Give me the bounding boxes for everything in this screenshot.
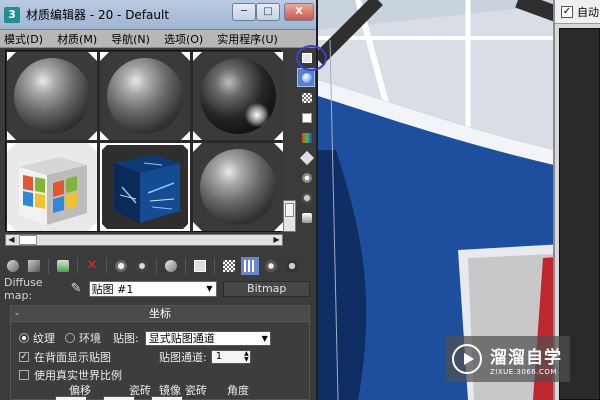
minimize-button[interactable]: ─ (232, 3, 256, 21)
material-navigator-icon[interactable] (297, 208, 315, 227)
radio-texture[interactable] (19, 333, 29, 343)
menu-utilities[interactable]: 实用程序(U) (217, 31, 278, 47)
material-id-channel-icon[interactable] (191, 257, 209, 275)
watermark-url: ZIXUE.3066.COM (490, 367, 557, 376)
eyedropper-icon[interactable]: ✎ (67, 281, 84, 297)
real-world-scale-checkbox[interactable] (19, 370, 29, 380)
u-angle-input[interactable] (151, 396, 183, 400)
get-material-icon[interactable] (4, 257, 22, 275)
material-editor-window: 3 材质编辑器 - 20 - Default ─ □ X 模式(D) 材质(M)… (0, 0, 327, 400)
auto-label: 自动 (577, 5, 599, 19)
window-title: 材质编辑器 - 20 - Default (26, 8, 170, 22)
side-toolbar (297, 48, 317, 227)
rollout-title: 坐标 (149, 307, 171, 320)
play-logo-icon (452, 344, 482, 374)
col-tile: 瓷砖 (185, 384, 207, 397)
scroll-thumb[interactable] (19, 235, 37, 245)
copy-material-icon[interactable] (112, 257, 130, 275)
mapping-select[interactable]: 显式贴图通道 ▼ (144, 330, 271, 346)
blue-rays-cube-icon (100, 143, 190, 231)
sample-slot-3[interactable] (193, 52, 283, 140)
menu-navigation[interactable]: 导航(N) (111, 31, 150, 47)
app-icon: 3 (4, 6, 20, 23)
map-channel-value: 1 (215, 351, 223, 362)
highlight-circle (296, 45, 327, 71)
windows-logo-cube-icon (7, 143, 97, 231)
sample-slot-2[interactable] (100, 52, 190, 140)
show-map-on-back-checkbox[interactable]: ✓ (19, 352, 29, 362)
col-angle: 角度 (227, 384, 249, 397)
video-color-check-icon[interactable] (297, 128, 315, 147)
chevron-down-icon[interactable]: ▼ (203, 283, 215, 295)
map-channel-spinner[interactable]: 1 ▲ ▼ (210, 350, 251, 364)
put-to-scene-icon[interactable] (25, 257, 43, 275)
assign-to-selection-icon[interactable] (54, 257, 72, 275)
scroll-thumb[interactable] (285, 203, 294, 217)
menu-mode[interactable]: 模式(D) (4, 31, 43, 47)
material-sphere (107, 58, 183, 134)
go-forward-sibling-icon[interactable] (283, 257, 301, 275)
radio-texture-label: 纹理 (33, 332, 55, 345)
mapping-value: 显式贴图通道 (148, 331, 215, 345)
map-channel-label: 贴图通道: (159, 351, 207, 364)
chevron-down-icon[interactable]: ▼ (262, 332, 268, 345)
collapse-icon[interactable]: - (15, 306, 19, 322)
sample-slot-5[interactable] (100, 143, 190, 231)
make-unique-icon[interactable] (133, 257, 151, 275)
material-toolbar: ✕ (4, 256, 312, 276)
make-preview-icon[interactable] (297, 148, 315, 167)
show-shaded-material-icon[interactable] (220, 257, 238, 275)
show-end-result-icon[interactable] (241, 257, 259, 275)
u-row-inputs (55, 396, 183, 400)
title-bar[interactable]: 3 材质编辑器 - 20 - Default ─ □ X (0, 0, 316, 30)
sample-slots (5, 50, 283, 232)
reset-map-icon[interactable]: ✕ (83, 257, 101, 275)
sample-slot-4[interactable] (7, 143, 97, 231)
watermark: 溜溜自学 ZIXUE.3066.COM (446, 336, 570, 382)
maximize-button[interactable]: □ (256, 3, 280, 21)
put-to-library-icon[interactable] (162, 257, 180, 275)
show-map-back-row: ✓ 在背面显示贴图 贴图通道: 1 ▲ ▼ (19, 349, 251, 365)
sample-slot-6[interactable] (193, 143, 283, 231)
u-offset-input[interactable] (55, 396, 87, 400)
material-sphere (14, 58, 90, 134)
map-row: Diffuse map: ✎ 贴图 #1 ▼ Bitmap (4, 276, 310, 302)
map-slot-label: Diffuse map: (4, 276, 43, 302)
menu-material[interactable]: 材质(M) (57, 31, 97, 47)
mapping-type-row: 纹理 环境 贴图: 显式贴图通道 ▼ (19, 330, 271, 346)
spinner-arrows-icon[interactable]: ▲ ▼ (244, 351, 249, 363)
real-world-row: 使用真实世界比例 (19, 367, 122, 383)
select-by-material-icon[interactable] (297, 188, 315, 207)
u-tiling-input[interactable] (103, 396, 135, 400)
sample-slot-1[interactable] (7, 52, 97, 140)
material-sphere (200, 149, 276, 225)
go-to-parent-icon[interactable] (262, 257, 280, 275)
scroll-left-icon[interactable]: ◀ (6, 235, 17, 245)
menu-options[interactable]: 选项(O) (164, 31, 203, 47)
scroll-right-icon[interactable]: ▶ (271, 235, 282, 245)
auto-row: ✓ 自动 (555, 0, 600, 24)
radio-environ[interactable] (65, 333, 75, 343)
radio-environ-label: 环境 (79, 332, 101, 345)
coordinates-rollout: - 坐标 纹理 环境 贴图: 显式贴图通道 ▼ ✓ 在背面显示贴图 贴图通道: … (10, 305, 310, 400)
options-icon[interactable] (297, 168, 315, 187)
show-map-on-back-label: 在背面显示贴图 (34, 351, 111, 364)
map-name-field[interactable]: 贴图 #1 ▼ (88, 281, 218, 297)
menu-bar: 模式(D) 材质(M) 导航(N) 选项(O) 实用程序(U) (0, 30, 316, 48)
background-checker-icon[interactable] (297, 88, 315, 107)
sample-uv-tiling-icon[interactable] (297, 108, 315, 127)
watermark-title: 溜溜自学 (490, 347, 562, 368)
rollout-header[interactable]: - 坐标 (11, 306, 309, 322)
real-world-scale-label: 使用真实世界比例 (34, 369, 122, 382)
map-type-button[interactable]: Bitmap (223, 281, 310, 297)
auto-checkbox[interactable]: ✓ (561, 5, 573, 18)
slots-vertical-scrollbar[interactable] (283, 200, 296, 232)
map-name-value: 贴图 #1 (91, 283, 134, 296)
mapping-label: 贴图: (113, 332, 139, 345)
close-button[interactable]: X (284, 3, 314, 21)
slots-horizontal-scrollbar[interactable]: ◀ ▶ (5, 234, 283, 246)
